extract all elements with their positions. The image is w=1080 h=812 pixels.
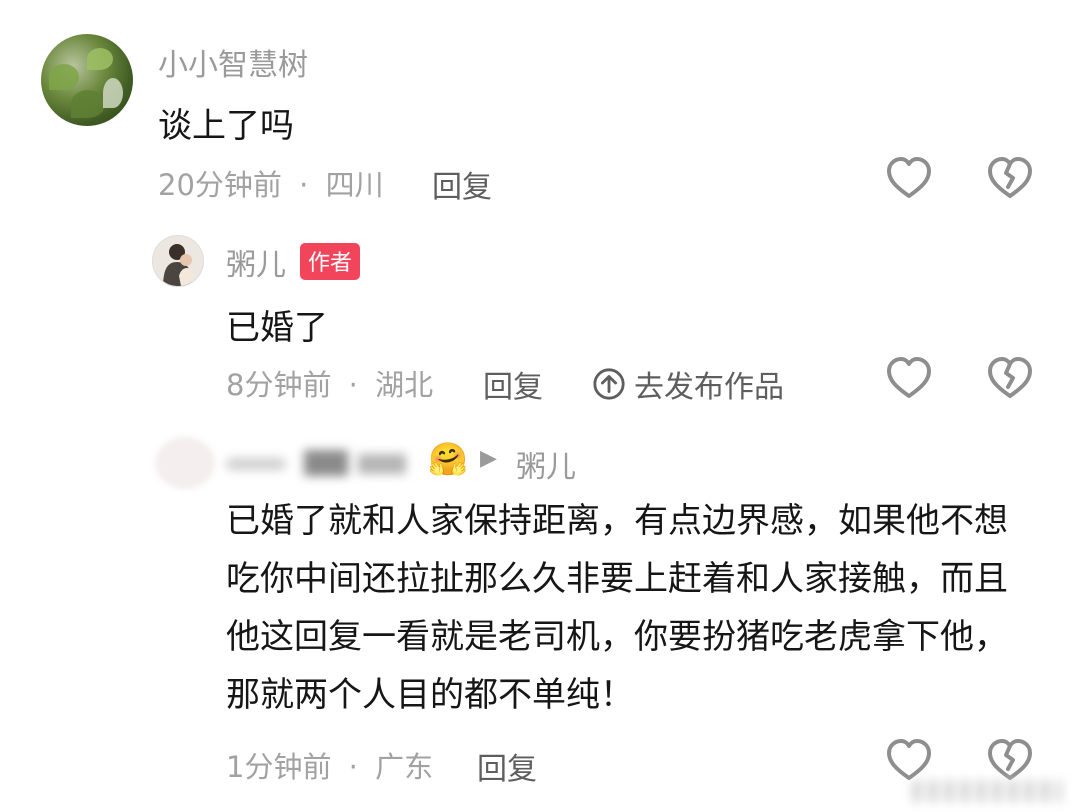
comment-2-time: 8分钟前 (226, 368, 332, 402)
comment-1-like-button[interactable] (884, 154, 934, 204)
comment-1-dislike-button[interactable] (985, 154, 1035, 204)
avatar-commenter-3-blurred[interactable] (155, 437, 215, 489)
comment-2-reply-button[interactable]: 回复 (483, 362, 543, 406)
comment-2-meta: 8分钟前 · 湖北 (226, 362, 433, 404)
watermark (912, 780, 1062, 802)
heart-outline-icon (887, 739, 931, 780)
comment-2-like-button[interactable] (884, 354, 934, 404)
comment-1-username[interactable]: 小小智慧树 (158, 40, 308, 84)
author-badge: 作者 (300, 243, 361, 280)
broken-heart-icon (988, 157, 1032, 198)
comment-1-time: 20分钟前 (158, 168, 282, 202)
hug-emoji: 🤗 (428, 440, 468, 478)
comment-3-time: 1分钟前 (226, 750, 332, 784)
reply-arrow-icon: ▶ (480, 446, 497, 471)
comment-2-text: 已婚了 (226, 308, 328, 348)
comment-1-meta: 20分钟前 · 四川 (158, 162, 384, 204)
comment-1-reply-button[interactable]: 回复 (432, 162, 492, 206)
comment-3-text: 已婚了就和人家保持距离，有点边界感，如果他不想吃你中间还拉扯那么久非要上赶着和人… (226, 501, 1008, 715)
broken-heart-icon (988, 739, 1032, 780)
comment-2-location: 湖北 (375, 368, 434, 402)
comment-1-text: 谈上了吗 (158, 106, 294, 146)
comment-3-reply-button[interactable]: 回复 (477, 744, 537, 788)
reply-to-username[interactable]: 粥儿 (516, 442, 576, 486)
comment-2-dislike-button[interactable] (985, 354, 1035, 404)
person-figure-icon (163, 244, 195, 286)
meta-separator: · (299, 168, 309, 202)
avatar-commenter-1[interactable] (41, 34, 133, 126)
heart-outline-icon (887, 357, 931, 398)
publish-work-label: 去发布作品 (634, 370, 784, 405)
commenter-3-username-blurred[interactable] (226, 446, 416, 480)
heart-outline-icon (887, 157, 931, 198)
broken-heart-icon (988, 357, 1032, 398)
comment-3-dislike-button[interactable] (985, 736, 1035, 786)
publish-arrow-up-icon (593, 368, 625, 400)
comment-2-username[interactable]: 粥儿 (226, 240, 286, 284)
comment-1-location: 四川 (325, 168, 384, 202)
meta-separator: · (348, 368, 358, 402)
avatar-author[interactable] (152, 235, 204, 287)
meta-separator: · (348, 750, 358, 784)
comment-3-meta: 1分钟前 · 广东 (226, 744, 433, 786)
comment-3-like-button[interactable] (884, 736, 934, 786)
comment-3-location: 广东 (375, 750, 434, 784)
publish-work-button[interactable]: 去发布作品 (592, 362, 784, 406)
